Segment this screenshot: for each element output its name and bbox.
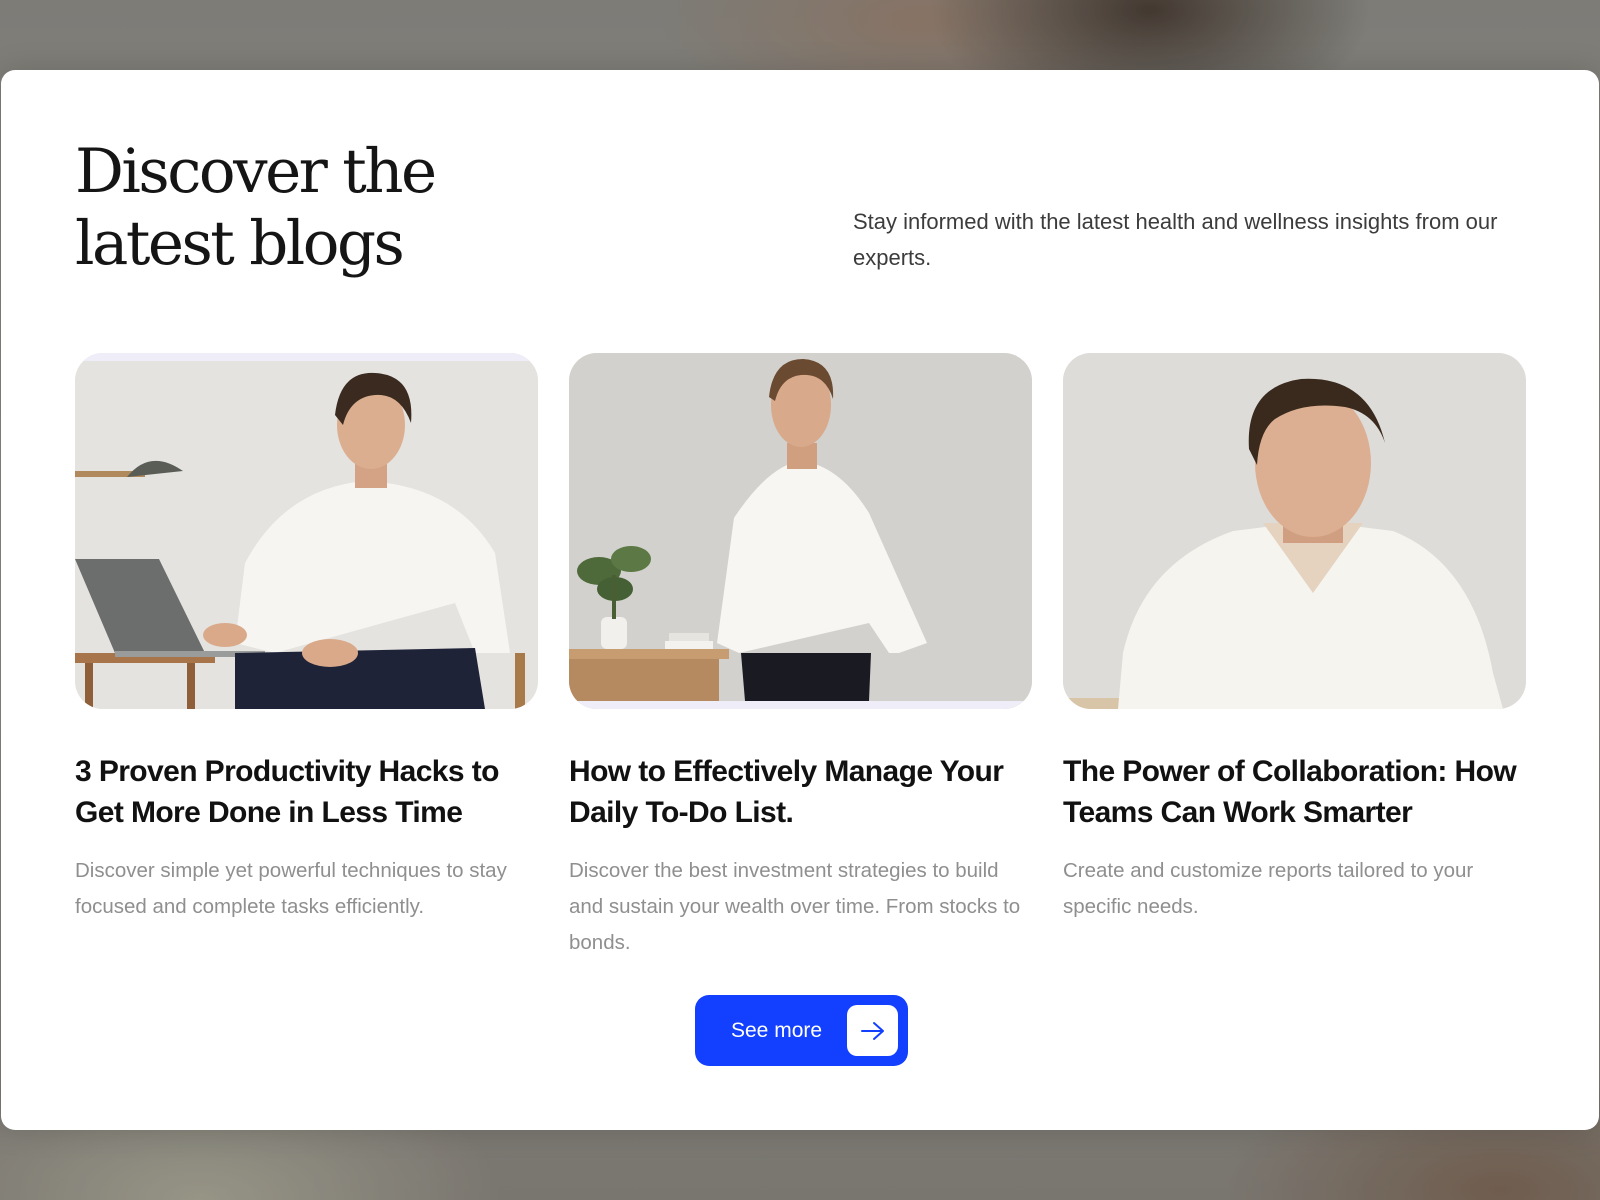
see-more-label: See more: [731, 1018, 823, 1042]
blog-card[interactable]: The Power of Collaboration: How Teams Ca…: [1063, 353, 1526, 961]
heading-line-2: latest blogs: [75, 208, 405, 279]
blog-card-title[interactable]: The Power of Collaboration: How Teams Ca…: [1063, 751, 1526, 833]
section-heading: Discover the latest blogs: [75, 136, 595, 280]
heading-line-1: Discover the: [75, 136, 437, 207]
man-at-laptop-illustration: [75, 353, 538, 709]
man-standing-illustration: [569, 353, 1032, 709]
blog-card-image[interactable]: [75, 353, 538, 709]
blog-card-list: 3 Proven Productivity Hacks to Get More …: [75, 353, 1527, 961]
blog-card[interactable]: How to Effectively Manage Your Daily To-…: [569, 353, 1032, 961]
man-portrait-illustration: [1063, 353, 1526, 709]
section-intro: Stay informed with the latest health and…: [853, 209, 1498, 270]
blog-card-description: Create and customize reports tailored to…: [1063, 859, 1474, 918]
blog-card-image[interactable]: [1063, 353, 1526, 709]
blog-card-description: Discover simple yet powerful techniques …: [75, 859, 507, 918]
arrow-right-icon: [847, 1005, 898, 1056]
blog-card-title[interactable]: 3 Proven Productivity Hacks to Get More …: [75, 751, 538, 833]
blog-section: Discover the latest blogs Stay informed …: [1, 70, 1599, 1130]
see-more-button[interactable]: See more: [695, 995, 908, 1066]
blog-card-image[interactable]: [569, 353, 1032, 709]
blog-card-description: Discover the best investment strategies …: [569, 859, 1021, 954]
blog-card-title[interactable]: How to Effectively Manage Your Daily To-…: [569, 751, 1032, 833]
blog-card[interactable]: 3 Proven Productivity Hacks to Get More …: [75, 353, 538, 961]
